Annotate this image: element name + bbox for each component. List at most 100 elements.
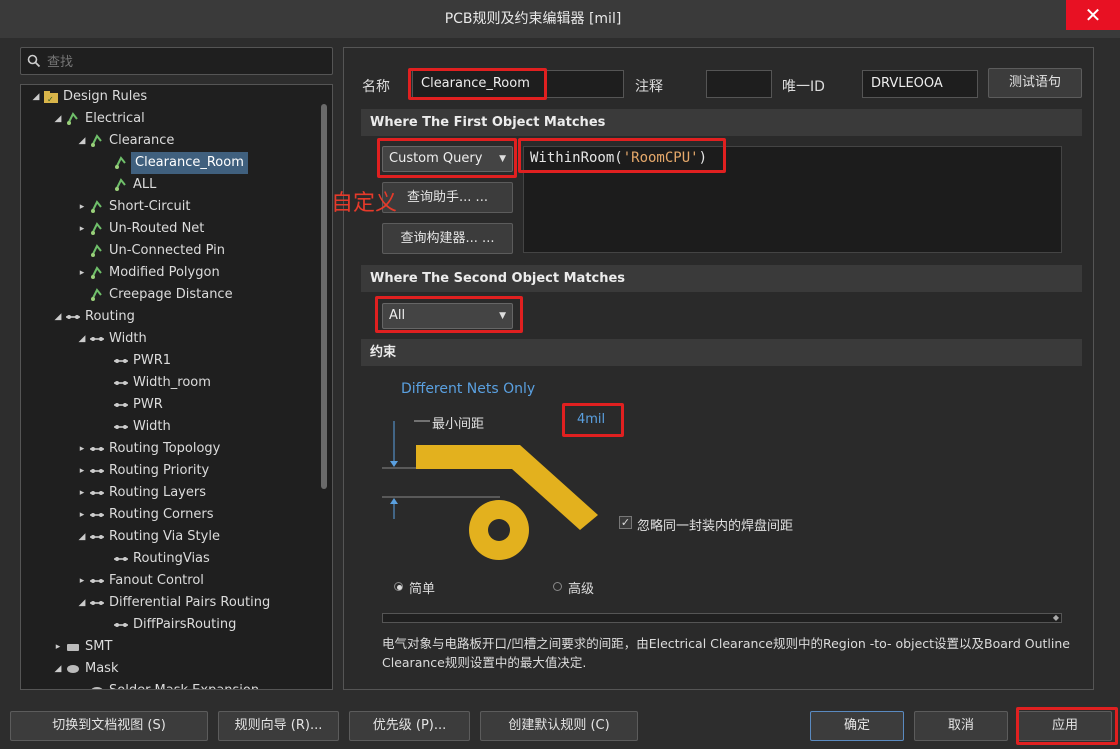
tree-item-label: Routing Corners xyxy=(109,507,214,522)
rule-icon xyxy=(89,133,105,149)
expand-arrow-icon[interactable]: ▸ xyxy=(77,460,87,482)
second-object-header: Where The Second Object Matches xyxy=(361,265,1082,292)
constraints-header: 约束 xyxy=(361,339,1082,366)
expand-arrow-icon[interactable]: ▸ xyxy=(77,482,87,504)
tree-item[interactable]: ◢ Routing xyxy=(21,306,321,328)
dimension-arrow-up xyxy=(390,498,398,504)
scroll-thumb-icon[interactable]: ◆ xyxy=(1053,614,1059,622)
uid-field[interactable]: DRVLEOOA xyxy=(862,70,978,98)
search-input[interactable] xyxy=(45,51,329,73)
tree-item-label: Routing Topology xyxy=(109,441,221,456)
first-object-header: Where The First Object Matches xyxy=(361,109,1082,136)
tree-item[interactable]: Width_room xyxy=(21,372,321,394)
tree-item[interactable]: Solder Mask Expansion xyxy=(21,680,321,689)
create-default-rules-button[interactable]: 创建默认规则 (C) xyxy=(480,711,638,741)
collapse-arrow-icon[interactable]: ◢ xyxy=(31,86,41,108)
tree-item[interactable]: ▸ Short-Circuit xyxy=(21,196,321,218)
expand-arrow-icon[interactable]: ▸ xyxy=(77,218,87,240)
tree-item[interactable]: ALL xyxy=(21,174,321,196)
tree-item-label: Clearance_Room xyxy=(131,152,248,174)
test-query-button[interactable]: 测试语句 xyxy=(988,68,1082,98)
tree-item[interactable]: ◢ Routing Via Style xyxy=(21,526,321,548)
collapse-arrow-icon[interactable]: ◢ xyxy=(77,592,87,614)
tree-item[interactable]: ▸ Routing Topology xyxy=(21,438,321,460)
expand-arrow-icon[interactable]: ▸ xyxy=(77,570,87,592)
expand-arrow-icon[interactable]: ▸ xyxy=(77,438,87,460)
tree-item[interactable]: PWR xyxy=(21,394,321,416)
tree-item[interactable]: Width xyxy=(21,416,321,438)
tree-item-label: Width xyxy=(133,419,171,434)
rule-description: 电气对象与电路板开口/凹槽之间要求的间距，由Electrical Clearan… xyxy=(382,636,1070,670)
routing-icon xyxy=(89,529,105,545)
doc-view-button[interactable]: 切换到文档视图 (S) xyxy=(10,711,208,741)
tree-item[interactable]: ▸ Fanout Control xyxy=(21,570,321,592)
query-helper-button[interactable]: 查询助手... ... xyxy=(382,182,513,213)
tree-item[interactable]: ▸ Routing Corners xyxy=(21,504,321,526)
collapse-arrow-icon[interactable]: ◢ xyxy=(53,306,63,328)
collapse-arrow-icon[interactable]: ◢ xyxy=(53,108,63,130)
tree-item[interactable]: ▸ Un-Routed Net xyxy=(21,218,321,240)
tree-item-label: Fanout Control xyxy=(109,573,204,588)
custom-annotation: 自定义 xyxy=(331,191,398,216)
comment-field[interactable] xyxy=(706,70,772,98)
tree-item[interactable]: PWR1 xyxy=(21,350,321,372)
tree-item[interactable]: Creepage Distance xyxy=(21,284,321,306)
tree-item-label: SMT xyxy=(85,639,113,654)
tree-item[interactable]: ◢ Differential Pairs Routing xyxy=(21,592,321,614)
collapse-arrow-icon[interactable]: ◢ xyxy=(77,130,87,152)
routing-icon xyxy=(89,595,105,611)
horizontal-scrollbar[interactable]: ◆ xyxy=(382,613,1062,623)
tree-item[interactable]: ◢ ✓ Design Rules xyxy=(21,86,321,108)
simple-label: 简单 xyxy=(409,582,436,597)
ok-button[interactable]: 确定 xyxy=(810,711,904,741)
name-label: 名称 xyxy=(362,79,390,95)
collapse-arrow-icon[interactable]: ◢ xyxy=(77,328,87,350)
advanced-radio[interactable] xyxy=(553,582,562,591)
rule-icon xyxy=(113,155,129,171)
expand-arrow-icon[interactable]: ▸ xyxy=(77,196,87,218)
rule-wizard-button[interactable]: 规则向导 (R)... xyxy=(218,711,339,741)
tree-item-label: DiffPairsRouting xyxy=(133,617,237,632)
tree-item[interactable]: Clearance_Room xyxy=(21,152,321,174)
nets-mode-link[interactable]: Different Nets Only xyxy=(401,381,535,397)
tree-item[interactable]: ◢ Electrical xyxy=(21,108,321,130)
rule-icon xyxy=(89,265,105,281)
expand-arrow-icon[interactable]: ▸ xyxy=(77,504,87,526)
rule-icon xyxy=(89,243,105,259)
rule-icon xyxy=(65,111,81,127)
collapse-arrow-icon[interactable]: ◢ xyxy=(53,658,63,680)
cancel-button[interactable]: 取消 xyxy=(914,711,1008,741)
tree-scrollbar[interactable] xyxy=(320,94,328,684)
tree-item[interactable]: ▸ SMT xyxy=(21,636,321,658)
search-icon xyxy=(27,54,41,68)
tree-item[interactable]: ▸ Modified Polygon xyxy=(21,262,321,284)
tree-item[interactable]: DiffPairsRouting xyxy=(21,614,321,636)
tree-item[interactable]: ▸ Routing Layers xyxy=(21,482,321,504)
tree-item[interactable]: ◢ Width xyxy=(21,328,321,350)
tree-item[interactable]: ◢ Mask xyxy=(21,658,321,680)
clearance-diagram xyxy=(382,420,598,560)
tree-item-label: Width xyxy=(109,331,147,346)
simple-radio[interactable] xyxy=(394,582,403,591)
svg-text:✓: ✓ xyxy=(47,95,54,104)
tree-item[interactable]: Un-Connected Pin xyxy=(21,240,321,262)
tree-item[interactable]: ▸ Routing Priority xyxy=(21,460,321,482)
query-builder-button[interactable]: 查询构建器... ... xyxy=(382,223,513,254)
expand-arrow-icon[interactable]: ▸ xyxy=(77,262,87,284)
tree-item-label: PWR xyxy=(133,397,163,412)
routing-icon xyxy=(89,485,105,501)
tree-scrollbar-thumb[interactable] xyxy=(321,104,327,489)
priority-button[interactable]: 优先级 (P)... xyxy=(349,711,470,741)
rules-tree[interactable]: ◢ ✓ Design Rules ◢ Electrical ◢ Clearance Clear… xyxy=(20,84,333,690)
routing-icon xyxy=(113,551,129,567)
tree-item[interactable]: RoutingVias xyxy=(21,548,321,570)
tree-item-label: Design Rules xyxy=(63,89,148,104)
collapse-arrow-icon[interactable]: ◢ xyxy=(77,526,87,548)
tree-item[interactable]: ◢ Clearance xyxy=(21,130,321,152)
search-box[interactable] xyxy=(20,47,333,75)
close-button[interactable]: ✕ xyxy=(1066,0,1120,30)
expand-arrow-icon[interactable]: ▸ xyxy=(53,636,63,658)
tree-item-label: Routing Layers xyxy=(109,485,206,500)
ignore-pads-checkbox[interactable]: ✓ xyxy=(619,516,632,529)
advanced-label: 高级 xyxy=(568,582,595,597)
